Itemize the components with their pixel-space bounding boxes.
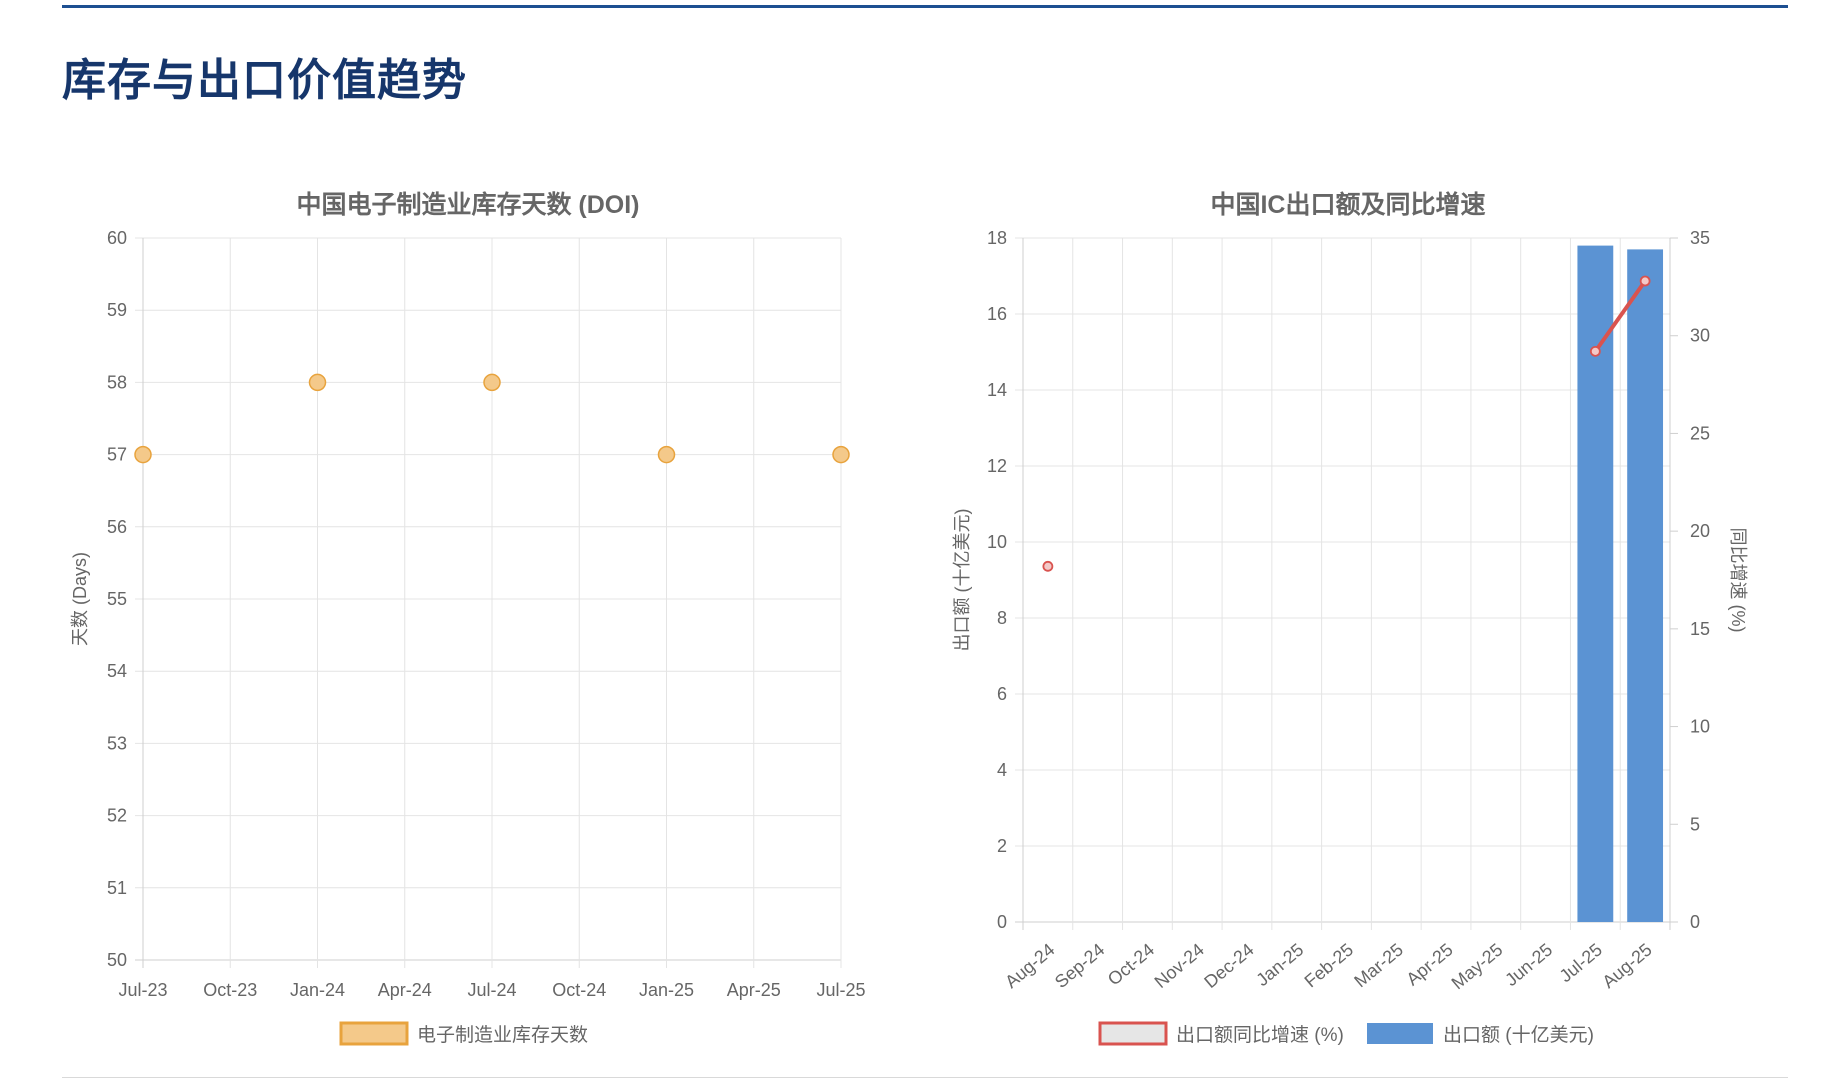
doi-chart-title: 中国电子制造业库存天数 (DOI) bbox=[296, 191, 639, 219]
doi-data-point bbox=[308, 373, 327, 392]
ic-legend-label-value[interactable]: 出口额 (十亿美元) bbox=[1443, 1024, 1594, 1046]
doi-y-tick-label: 54 bbox=[107, 661, 127, 681]
doi-chart: 中国电子制造业库存天数 (DOI) 50 51 52 53 54 55 56 57 58 59 60… bbox=[70, 191, 866, 1046]
doi-y-tick-label: 56 bbox=[107, 517, 127, 537]
doi-y-tick-label: 52 bbox=[107, 806, 127, 826]
doi-x-tick-label: Oct-24 bbox=[552, 980, 606, 1000]
doi-y-tick-label: 60 bbox=[107, 228, 127, 248]
doi-y-tick-label: 59 bbox=[107, 300, 127, 320]
doi-y-tick-label: 57 bbox=[107, 445, 127, 465]
doi-data-point bbox=[134, 445, 152, 464]
doi-x-tick-label: Jul-23 bbox=[118, 980, 167, 1000]
doi-x-tick-label: Jan-24 bbox=[290, 980, 345, 1000]
doi-x-tick-label: Apr-24 bbox=[378, 980, 432, 1000]
bottom-rule bbox=[62, 1077, 1788, 1078]
doi-data-point bbox=[832, 445, 850, 464]
doi-plot-area: 50 51 52 53 54 55 56 57 58 59 60 Jul-23 Oct-23 Jan-24… bbox=[107, 228, 866, 1000]
doi-y-tick-label: 51 bbox=[107, 878, 127, 898]
doi-legend-label[interactable]: 电子制造业库存天数 bbox=[417, 1024, 588, 1046]
ic-legend-swatch-value[interactable] bbox=[1367, 1023, 1433, 1044]
doi-x-tick-label: Jul-24 bbox=[467, 980, 516, 1000]
ic-legend-swatch-growth[interactable] bbox=[1098, 1021, 1168, 1046]
doi-y-tick-label: 50 bbox=[107, 950, 127, 970]
doi-y-tick-label: 53 bbox=[107, 733, 127, 753]
doi-data-point bbox=[483, 373, 501, 392]
doi-data-point bbox=[657, 445, 676, 464]
doi-x-tick-label: Jul-25 bbox=[816, 980, 865, 1000]
doi-y-tick-label: 55 bbox=[107, 589, 127, 609]
doi-y-tick-label: 58 bbox=[107, 372, 127, 392]
doi-y-axis-label: 天数 (Days) bbox=[70, 552, 90, 646]
doi-x-tick-label: Jan-25 bbox=[639, 980, 694, 1000]
doi-x-tick-label: Oct-23 bbox=[203, 980, 257, 1000]
doi-x-tick-label: Apr-25 bbox=[727, 980, 781, 1000]
ic-legend-label-growth[interactable]: 出口额同比增速 (%) bbox=[1176, 1024, 1344, 1046]
doi-legend-swatch[interactable] bbox=[339, 1021, 409, 1046]
